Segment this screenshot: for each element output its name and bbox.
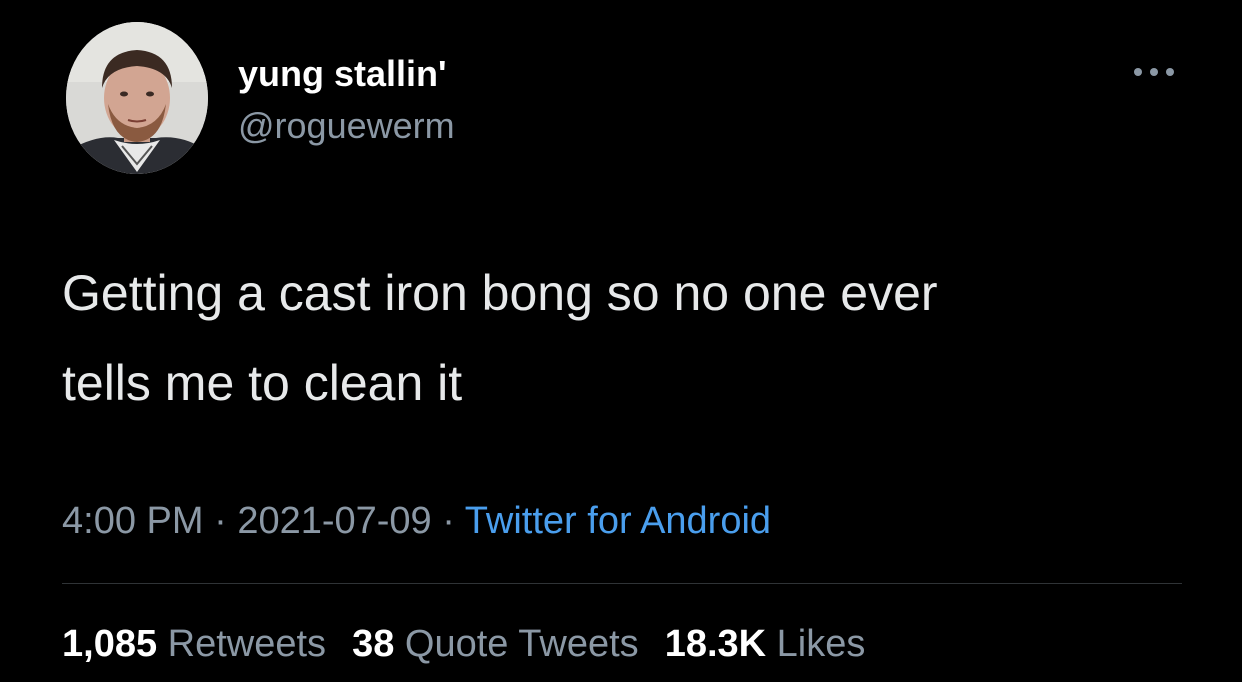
more-horizontal-icon[interactable] [1132,64,1176,80]
likes-stat[interactable]: 18.3K Likes [665,623,866,665]
tweet-source-link[interactable]: Twitter for Android [465,500,771,542]
tweet-date[interactable]: 2021-07-09 [237,500,431,542]
quote-tweets-count: 38 [352,623,395,665]
retweets-label: Retweets [167,623,327,665]
engagement-stats: 1,085 Retweets 38 Quote Tweets 18.3K Likes [62,621,891,667]
retweets-stat[interactable]: 1,085 Retweets [62,623,326,665]
display-name[interactable]: yung stallin' [238,52,447,96]
quote-tweets-label: Quote Tweets [404,623,639,665]
tweet-card: yung stallin' @roguewerm Getting a cast … [0,0,1242,682]
likes-label: Likes [776,623,866,665]
retweets-count: 1,085 [62,623,158,665]
likes-count: 18.3K [664,623,767,665]
user-handle[interactable]: @roguewerm [238,104,455,148]
meta-separator: · [442,500,455,542]
avatar[interactable] [66,22,208,174]
tweet-time[interactable]: 4:00 PM [62,500,204,542]
avatar-photo [66,22,208,174]
tweet-metadata: 4:00 PM · 2021-07-09 · Twitter for Andro… [62,498,771,544]
quote-tweets-stat[interactable]: 38 Quote Tweets [352,623,639,665]
meta-separator: · [214,500,227,542]
tweet-text: Getting a cast iron bong so no one ever … [62,265,938,411]
divider [62,583,1182,584]
